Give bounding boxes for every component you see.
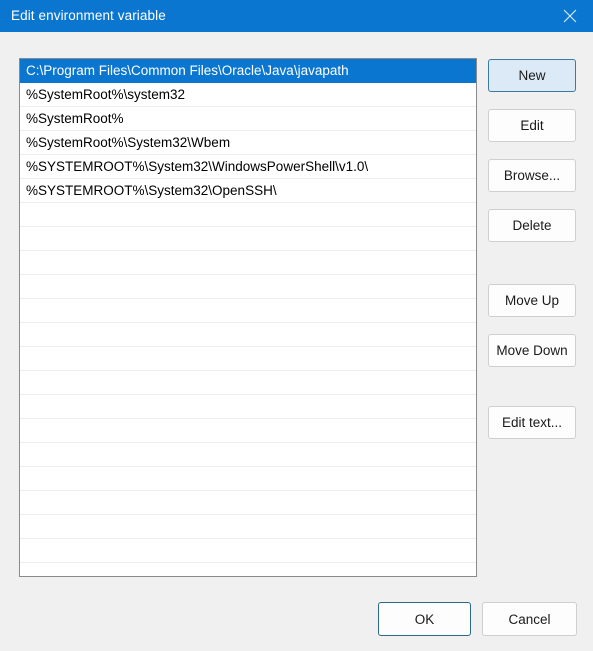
- ok-button[interactable]: OK: [378, 602, 471, 636]
- move-down-button[interactable]: Move Down: [488, 334, 576, 367]
- list-item-empty[interactable]: [20, 371, 476, 395]
- list-item[interactable]: %SystemRoot%\System32\Wbem: [20, 131, 476, 155]
- list-item[interactable]: %SYSTEMROOT%\System32\OpenSSH\: [20, 179, 476, 203]
- cancel-button[interactable]: Cancel: [482, 602, 577, 636]
- list-item-empty[interactable]: [20, 443, 476, 467]
- list-item-empty[interactable]: [20, 227, 476, 251]
- list-item-empty[interactable]: [20, 395, 476, 419]
- list-item-empty[interactable]: [20, 299, 476, 323]
- list-item-empty[interactable]: [20, 251, 476, 275]
- list-item[interactable]: %SystemRoot%\system32: [20, 83, 476, 107]
- title-bar: Edit environment variable: [0, 0, 593, 32]
- list-item-empty[interactable]: [20, 323, 476, 347]
- list-item[interactable]: %SystemRoot%: [20, 107, 476, 131]
- list-item-empty[interactable]: [20, 347, 476, 371]
- list-item-empty[interactable]: [20, 467, 476, 491]
- path-list-box[interactable]: C:\Program Files\Common Files\Oracle\Jav…: [19, 58, 477, 577]
- list-item-empty[interactable]: [20, 515, 476, 539]
- edit-button[interactable]: Edit: [488, 109, 576, 142]
- move-up-button[interactable]: Move Up: [488, 284, 576, 317]
- list-item-empty[interactable]: [20, 419, 476, 443]
- window-title: Edit environment variable: [11, 8, 166, 23]
- edit-text-button[interactable]: Edit text...: [488, 406, 576, 439]
- close-button[interactable]: [547, 0, 593, 32]
- list-item-empty[interactable]: [20, 539, 476, 563]
- list-item-empty[interactable]: [20, 491, 476, 515]
- new-button[interactable]: New: [488, 59, 576, 92]
- list-item[interactable]: C:\Program Files\Common Files\Oracle\Jav…: [20, 59, 476, 83]
- browse-button[interactable]: Browse...: [488, 159, 576, 192]
- list-item-empty[interactable]: [20, 203, 476, 227]
- delete-button[interactable]: Delete: [488, 209, 576, 242]
- list-item-empty[interactable]: [20, 275, 476, 299]
- edit-environment-variable-dialog: Edit environment variable C:\Program Fil…: [0, 0, 593, 651]
- list-item[interactable]: %SYSTEMROOT%\System32\WindowsPowerShell\…: [20, 155, 476, 179]
- close-x-icon: [563, 9, 577, 23]
